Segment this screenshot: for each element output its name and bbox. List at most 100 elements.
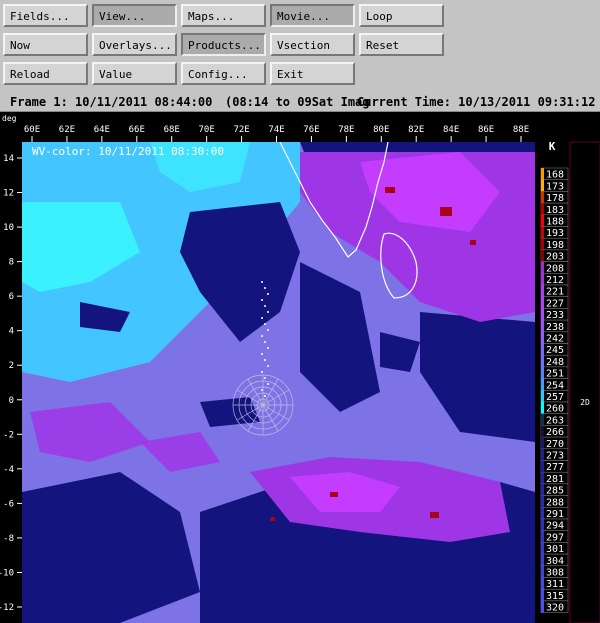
island-dot-19	[264, 395, 266, 397]
button-reload[interactable]: Reload	[3, 62, 88, 85]
colorscale-label-178: 178	[546, 193, 564, 204]
button-overlays[interactable]: Overlays...	[92, 33, 177, 56]
colorscale-swatch-248	[541, 355, 544, 367]
colorscale-label-203: 203	[546, 252, 564, 263]
x-axis-band	[0, 112, 600, 142]
button-now[interactable]: Now	[3, 33, 88, 56]
colorscale-label-173: 173	[546, 181, 564, 192]
x-tick-label-66E: 66E	[129, 125, 145, 135]
cold-cloud-top-1	[440, 207, 452, 216]
y-tick-label-12: 12	[3, 189, 14, 199]
colorscale-swatch-198	[541, 238, 544, 250]
colorscale-label-208: 208	[546, 263, 564, 274]
colorscale-label-285: 285	[546, 486, 564, 497]
button-value[interactable]: Value	[92, 62, 177, 85]
colorscale-label-273: 273	[546, 451, 564, 462]
colorscale-label-238: 238	[546, 322, 564, 333]
y-tick-label-6: 6	[9, 292, 14, 302]
colorscale-swatch-227	[541, 296, 544, 309]
island-dot-6	[261, 317, 263, 319]
y-tick-label-14: 14	[3, 154, 14, 164]
imagery-layer	[22, 142, 535, 623]
colorscale-label-168: 168	[546, 170, 564, 181]
x-tick-label-72E: 72E	[233, 125, 249, 135]
satellite-map-display[interactable]: WV-color: 10/11/2011 08:30:00 deg 60E 62E 64…	[0, 112, 600, 623]
colorscale-label-257: 257	[546, 392, 564, 403]
colorscale-swatch-263	[541, 413, 544, 426]
colorscale-swatch-203	[541, 249, 544, 262]
y-tick-label-2: 2	[9, 361, 14, 371]
x-tick-label-82E: 82E	[408, 125, 424, 135]
colorscale-label-254: 254	[546, 380, 564, 391]
island-dot-11	[267, 347, 269, 349]
colorscale-label-281: 281	[546, 474, 564, 485]
colorscale-label-266: 266	[546, 427, 564, 438]
cold-cloud-top-4	[430, 512, 439, 518]
button-loop[interactable]: Loop	[359, 4, 444, 27]
toolbar: Fields... View... Maps... Movie... Loop Now Ov…	[0, 0, 600, 92]
colorscale-swatch-320	[541, 600, 544, 613]
colorscale-swatch-212	[541, 273, 544, 285]
button-exit[interactable]: Exit	[270, 62, 355, 85]
x-tick-label-86E: 86E	[478, 125, 494, 135]
button-movie[interactable]: Movie...	[270, 4, 355, 27]
button-fields[interactable]: Fields...	[3, 4, 88, 27]
colorscale-swatch-242	[541, 331, 544, 344]
button-vsection[interactable]: Vsection	[270, 33, 355, 56]
button-config[interactable]: Config...	[181, 62, 266, 85]
island-dot-12	[261, 353, 263, 355]
colorscale-swatch-208	[541, 261, 544, 274]
colorscale-swatch-297	[541, 530, 544, 543]
colorscale-swatch-183	[541, 203, 544, 215]
island-dot-2	[267, 293, 269, 295]
colorscale-label-291: 291	[546, 509, 564, 520]
island-dot-5	[267, 311, 269, 313]
colorscale-label-248: 248	[546, 357, 564, 368]
x-tick-label-74E: 74E	[268, 125, 284, 135]
colorscale-swatch-301	[541, 542, 544, 555]
cold-cloud-top-2	[470, 240, 476, 245]
x-tick-label-68E: 68E	[164, 125, 180, 135]
island-dot-3	[261, 299, 263, 301]
button-maps[interactable]: Maps...	[181, 4, 266, 27]
map-canvas[interactable]: WV-color: 10/11/2011 08:30:00deg60E 62E 64…	[0, 112, 600, 623]
colorscale-swatch-315	[541, 589, 544, 601]
island-dot-7	[264, 323, 266, 325]
colorscale-label-263: 263	[546, 415, 564, 426]
colorscale-swatch-254	[541, 378, 544, 391]
x-tick-label-60E: 60E	[24, 125, 40, 135]
button-reset[interactable]: Reset	[359, 33, 444, 56]
y-tick-label--8: -8	[3, 534, 14, 544]
colorscale-swatch-221	[541, 285, 544, 297]
colorscale-label-277: 277	[546, 462, 564, 473]
colorscale-swatch-273	[541, 448, 544, 461]
button-products[interactable]: Products...	[181, 33, 266, 56]
colorscale-label-294: 294	[546, 521, 564, 532]
colorscale-swatch-173	[541, 179, 544, 192]
colorscale-label-304: 304	[546, 556, 564, 567]
colorscale-label-270: 270	[546, 439, 564, 450]
island-dot-0	[261, 281, 263, 283]
colorscale-label-251: 251	[546, 369, 564, 380]
island-dot-10	[264, 341, 266, 343]
colorscale-swatch-308	[541, 565, 544, 578]
island-dot-14	[267, 365, 269, 367]
colorscale-label-193: 193	[546, 228, 564, 239]
island-dot-8	[267, 329, 269, 331]
colorscale-swatch-251	[541, 366, 544, 379]
y-axis-unit: deg	[2, 114, 17, 123]
cold-cloud-top-0	[385, 187, 395, 193]
colorscale-swatch-168	[541, 168, 544, 180]
island-dot-17	[267, 383, 269, 385]
colorscale-unit: K	[549, 140, 556, 153]
x-tick-label-78E: 78E	[338, 125, 354, 135]
colorscale-label-242: 242	[546, 334, 564, 345]
colorscale-swatch-238	[541, 320, 544, 332]
cold-cloud-top-3	[330, 492, 338, 497]
x-tick-label-80E: 80E	[373, 125, 389, 135]
button-view[interactable]: View...	[92, 4, 177, 27]
y-tick-label-10: 10	[3, 223, 14, 233]
island-dot-13	[264, 359, 266, 361]
field-label: WV-color: 10/11/2011 08:30:00	[32, 145, 224, 158]
radar-rings	[232, 374, 294, 436]
